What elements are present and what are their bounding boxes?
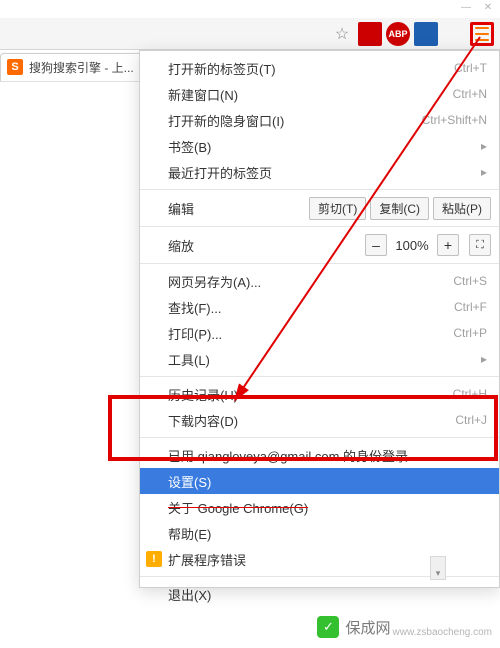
zoom-out-button[interactable]: –	[365, 234, 387, 256]
menu-recent-tabs[interactable]: 最近打开的标签页 ▸	[140, 159, 499, 185]
extension-icon[interactable]	[442, 22, 466, 46]
menu-separator	[140, 263, 499, 264]
menu-signed-in[interactable]: 已用 qiangloveya@gmail.com 的身份登录...	[140, 442, 499, 468]
minimize-button[interactable]: —	[458, 2, 474, 13]
menu-separator	[140, 189, 499, 190]
menu-about-chrome[interactable]: 关于 Google Chrome(G)	[140, 494, 499, 520]
menu-settings[interactable]: 设置(S)	[140, 468, 499, 494]
zoom-value: 100%	[389, 238, 435, 253]
menu-help[interactable]: 帮助(E)	[140, 520, 499, 546]
extension-icon[interactable]	[358, 22, 382, 46]
abp-extension-icon[interactable]: ABP	[386, 22, 410, 46]
menu-edit-row: 编辑 剪切(T) 复制(C) 粘贴(P)	[140, 194, 499, 222]
hamburger-icon	[475, 27, 489, 41]
watermark: ✓ 保成网 www.zsbaocheng.com	[317, 616, 492, 638]
paste-button[interactable]: 粘贴(P)	[433, 197, 491, 220]
copy-button[interactable]: 复制(C)	[370, 197, 429, 220]
scrollbar-down-icon[interactable]: ▾	[430, 556, 446, 580]
menu-bookmarks[interactable]: 书签(B) ▸	[140, 133, 499, 159]
menu-exit[interactable]: 退出(X)	[140, 581, 499, 607]
menu-separator	[140, 376, 499, 377]
cut-button[interactable]: 剪切(T)	[309, 197, 366, 220]
browser-toolbar: ☆ ABP	[0, 18, 500, 50]
menu-zoom-row: 缩放 – 100% + ⛶	[140, 231, 499, 259]
menu-find[interactable]: 查找(F)... Ctrl+F	[140, 294, 499, 320]
fullscreen-button[interactable]: ⛶	[469, 234, 491, 256]
menu-downloads[interactable]: 下载内容(D) Ctrl+J	[140, 407, 499, 433]
menu-history[interactable]: 历史记录(H) Ctrl+H	[140, 381, 499, 407]
menu-separator	[140, 437, 499, 438]
tab-favicon-icon: S	[7, 59, 23, 75]
watermark-url: www.zsbaocheng.com	[393, 627, 493, 638]
window-close-button[interactable]: ✕	[480, 2, 496, 13]
menu-new-window[interactable]: 新建窗口(N) Ctrl+N	[140, 81, 499, 107]
shield-icon: ✓	[317, 616, 339, 638]
chrome-main-menu: 打开新的标签页(T) Ctrl+T 新建窗口(N) Ctrl+N 打开新的隐身窗…	[139, 50, 500, 588]
chrome-menu-button[interactable]	[470, 22, 494, 46]
watermark-text: 保成网	[345, 617, 390, 638]
zoom-in-button[interactable]: +	[437, 234, 459, 256]
submenu-arrow-icon: ▸	[481, 139, 487, 153]
submenu-arrow-icon: ▸	[481, 165, 487, 179]
tab-title: 搜狗搜索引擎 - 上...	[29, 59, 134, 76]
window-controls: — ✕	[458, 2, 496, 13]
menu-edit-label: 编辑	[168, 199, 194, 218]
browser-tab[interactable]: S 搜狗搜索引擎 - 上... ×	[0, 53, 157, 81]
menu-new-incognito[interactable]: 打开新的隐身窗口(I) Ctrl+Shift+N	[140, 107, 499, 133]
submenu-arrow-icon: ▸	[481, 352, 487, 366]
warning-icon: !	[146, 551, 162, 567]
menu-new-tab[interactable]: 打开新的标签页(T) Ctrl+T	[140, 55, 499, 81]
menu-zoom-label: 缩放	[168, 236, 194, 255]
menu-tools[interactable]: 工具(L) ▸	[140, 346, 499, 372]
extension-icon[interactable]	[414, 22, 438, 46]
menu-print[interactable]: 打印(P)... Ctrl+P	[140, 320, 499, 346]
menu-save-as[interactable]: 网页另存为(A)... Ctrl+S	[140, 268, 499, 294]
menu-separator	[140, 226, 499, 227]
bookmark-star-icon[interactable]: ☆	[330, 22, 354, 46]
